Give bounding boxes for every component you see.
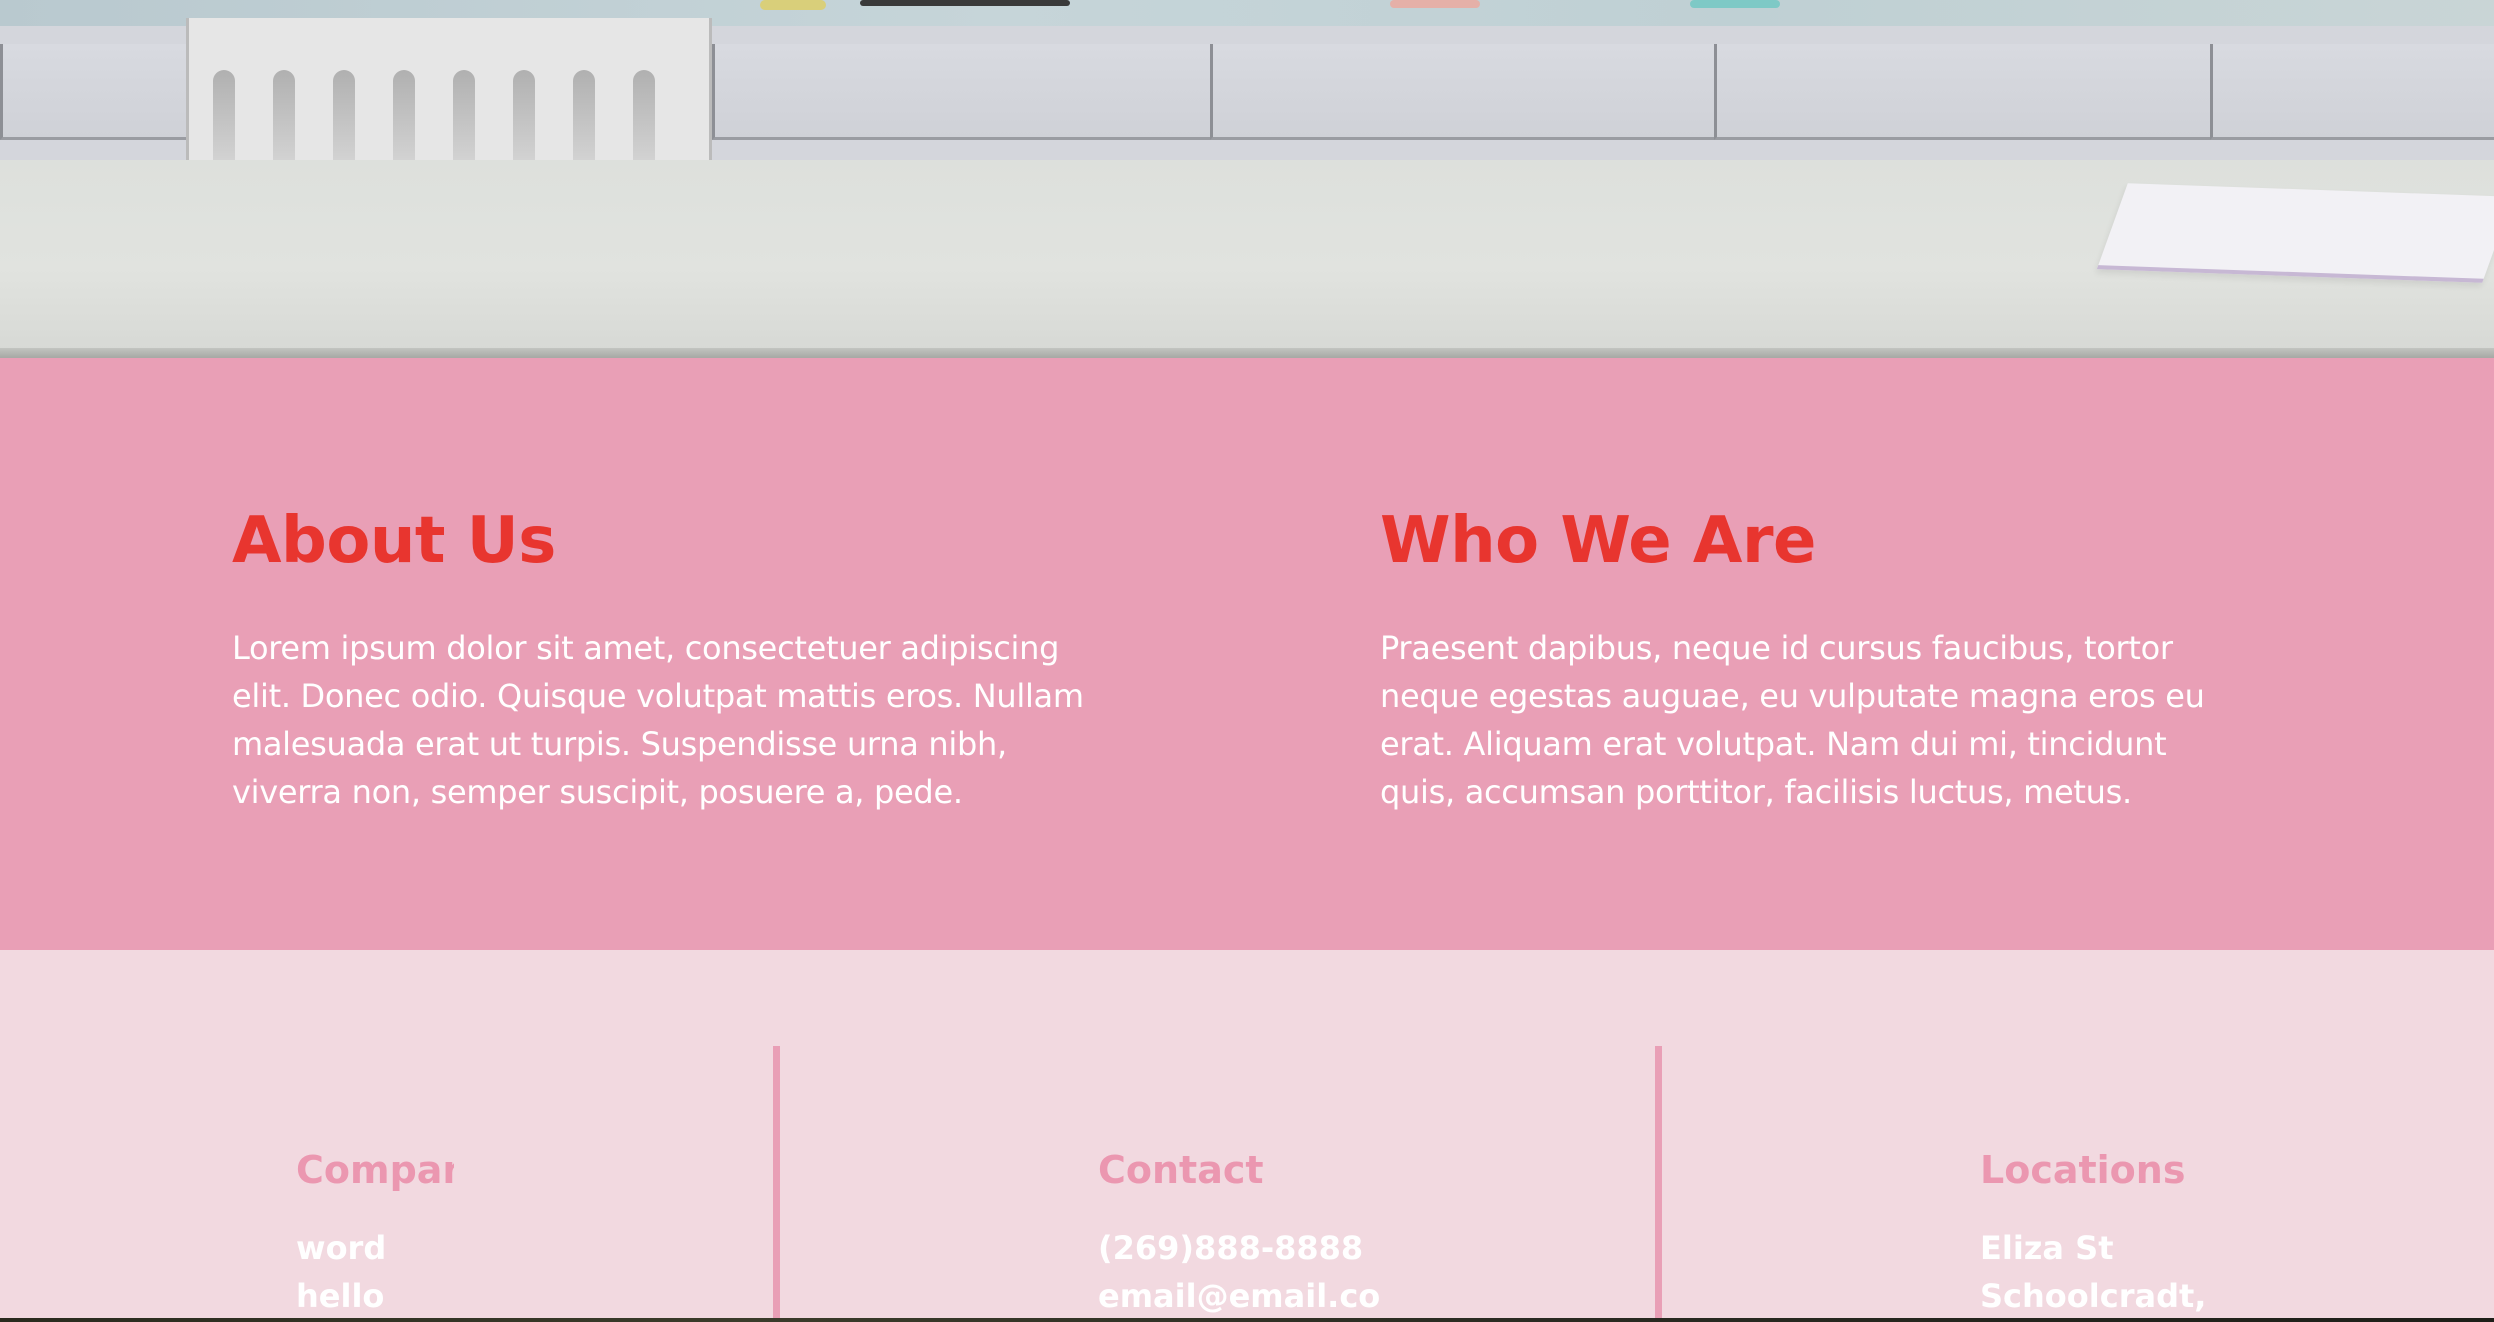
about-us-heading: About Us <box>232 504 556 578</box>
cabinet-door <box>712 44 1210 140</box>
footer-divider <box>1655 1046 1662 1318</box>
footer-contact-column: Contact (269)888-8888 email@email.co <box>1098 1144 1518 1318</box>
footer-contact-heading: Contact <box>1098 1148 1264 1192</box>
counter-object <box>1690 0 1780 8</box>
cabinet-door <box>1714 44 2210 140</box>
cabinet-door <box>1210 44 1714 140</box>
cabinet-door <box>2210 44 2494 140</box>
counter-object <box>860 0 1070 6</box>
footer-company-line[interactable]: word <box>296 1224 454 1272</box>
about-section: About Us Lorem ipsum dolor sit amet, con… <box>0 358 2494 950</box>
who-we-are-text: Praesent dapibus, neque id cursus faucib… <box>1380 629 2205 812</box>
about-us-text: Lorem ipsum dolor sit amet, consectetuer… <box>232 629 1084 812</box>
footer-location-line[interactable]: Schoolcradt, <box>1980 1272 2400 1318</box>
footer-locations-heading: Locations <box>1980 1148 2186 1192</box>
who-we-are-heading: Who We Are <box>1380 504 1816 578</box>
counter-edge <box>0 348 2494 358</box>
cabinet-door <box>0 44 186 140</box>
counter-object <box>760 0 826 10</box>
footer-divider <box>773 1046 780 1318</box>
next-section-edge <box>0 1318 2494 1322</box>
hero-image <box>0 0 2494 358</box>
footer-location-line[interactable]: Eliza St <box>1980 1224 2400 1272</box>
footer-company-heading: Company <box>296 1148 454 1192</box>
counter-object <box>1390 0 1480 8</box>
about-us-column: About Us Lorem ipsum dolor sit amet, con… <box>232 506 1112 816</box>
papers <box>2096 183 2494 283</box>
footer-company-line[interactable]: hello <box>296 1272 454 1318</box>
farmhouse-sink <box>186 18 712 176</box>
footer-email[interactable]: email@email.co <box>1098 1272 1518 1318</box>
footer-phone[interactable]: (269)888-8888 <box>1098 1224 1518 1272</box>
footer-company-column: Company word hello <box>296 1144 454 1318</box>
footer-locations-column: Locations Eliza St Schoolcradt, <box>1980 1144 2400 1318</box>
who-we-are-column: Who We Are Praesent dapibus, neque id cu… <box>1380 506 2230 816</box>
footer: Company word hello Contact (269)888-8888… <box>0 950 2494 1318</box>
